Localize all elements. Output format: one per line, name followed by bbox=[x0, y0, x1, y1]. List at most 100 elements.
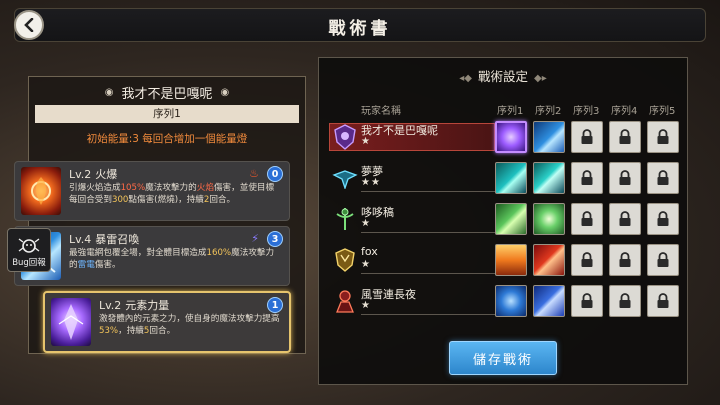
skill-description: 引爆火焰造成105%魔法攻擊力的火焰傷害，並使目標每回合受到300點傷害(燃燒)… bbox=[69, 183, 275, 205]
bug-icon bbox=[18, 238, 40, 253]
lock-icon bbox=[581, 211, 593, 226]
lock-icon bbox=[581, 252, 593, 267]
row-divider bbox=[361, 273, 495, 274]
skill-slot[interactable] bbox=[533, 121, 565, 153]
skill-level: Lv.4 bbox=[69, 233, 92, 246]
col-header-seq2: 序列2 bbox=[535, 106, 562, 117]
cyan-wings-emblem-icon bbox=[331, 164, 359, 192]
lock-icon bbox=[657, 211, 669, 226]
skill-slot[interactable] bbox=[495, 244, 527, 276]
skill-slot[interactable] bbox=[533, 244, 565, 276]
locked-slot[interactable] bbox=[609, 285, 641, 317]
skill-slot[interactable] bbox=[495, 285, 527, 317]
row-divider bbox=[361, 314, 495, 315]
player-stars: ★ bbox=[361, 136, 371, 147]
col-header-player: 玩家名稱 bbox=[361, 106, 401, 117]
lock-icon bbox=[657, 252, 669, 267]
bug-report-label: Bug回報 bbox=[12, 258, 46, 268]
bug-report-button[interactable]: Bug回報 bbox=[7, 228, 51, 272]
player-row[interactable]: 風雪連長夜 ★ bbox=[329, 284, 689, 322]
skill-level: Lv.2 bbox=[99, 299, 122, 312]
skill-card-thunder[interactable]: Lv.4 暴雷召喚 ⚡ 3 最強電網包覆全場，對全體目標造成160%魔法攻擊力的雷… bbox=[14, 226, 290, 286]
locked-slot[interactable] bbox=[647, 162, 679, 194]
locked-slot[interactable] bbox=[647, 244, 679, 276]
locked-slot[interactable] bbox=[647, 285, 679, 317]
sequence-label: 序列1 bbox=[35, 105, 299, 123]
player-stars: ★ bbox=[361, 300, 371, 311]
bullet-icon: ◉ bbox=[104, 86, 114, 98]
lock-icon bbox=[619, 211, 631, 226]
lock-icon bbox=[619, 293, 631, 308]
locked-slot[interactable] bbox=[571, 244, 603, 276]
tactics-settings-panel: ◂◆ 戰術設定 ◆▸ 玩家名稱 序列1 序列2 序列3 序列4 序列5 我才不是巴嘎… bbox=[318, 57, 688, 385]
skill-title: Lv.2 元素力量 bbox=[99, 297, 169, 313]
purple-shield-emblem-icon bbox=[331, 123, 359, 151]
energy-cost-badge: 3 bbox=[267, 231, 283, 247]
skill-description: 最強電網包覆全場，對全體目標造成160%魔法攻擊力的雷電傷害。 bbox=[69, 248, 275, 270]
locked-slot[interactable] bbox=[609, 244, 641, 276]
green-staff-emblem-icon bbox=[331, 205, 359, 233]
player-row[interactable]: fox ★ bbox=[329, 243, 689, 281]
gold-shield-emblem-icon bbox=[331, 246, 359, 274]
skill-title: Lv.4 暴雷召喚 bbox=[69, 231, 139, 247]
skill-slot[interactable] bbox=[495, 121, 527, 153]
player-row[interactable]: 哆哆稿 ★ bbox=[329, 202, 689, 240]
player-name: fox bbox=[361, 245, 378, 258]
save-tactics-button[interactable]: 儲存戰術 bbox=[449, 341, 557, 375]
lock-icon bbox=[619, 170, 631, 185]
character-header: ◉ 我才不是巴嘎呢 ◉ bbox=[29, 79, 305, 105]
lock-icon bbox=[619, 252, 631, 267]
skill-title: Lv.2 火爆 bbox=[69, 166, 117, 182]
skill-slot[interactable] bbox=[495, 203, 527, 235]
player-name: 我才不是巴嘎呢 bbox=[361, 124, 438, 137]
lock-icon bbox=[581, 170, 593, 185]
skill-name: 暴雷召喚 bbox=[95, 233, 140, 246]
skill-slot[interactable] bbox=[533, 203, 565, 235]
locked-slot[interactable] bbox=[571, 285, 603, 317]
chevron-left-icon bbox=[24, 18, 34, 32]
character-name: 我才不是巴嘎呢 bbox=[121, 86, 213, 102]
player-stars: ★ bbox=[361, 259, 371, 270]
skill-description: 激發體內的元素之力，使自身的魔法攻擊力提高53%，持續5回合。 bbox=[99, 314, 280, 336]
locked-slot[interactable] bbox=[609, 203, 641, 235]
back-button[interactable] bbox=[14, 10, 44, 40]
lock-icon bbox=[657, 170, 669, 185]
locked-slot[interactable] bbox=[609, 121, 641, 153]
lock-icon bbox=[581, 129, 593, 144]
col-header-seq5: 序列5 bbox=[649, 106, 676, 117]
fire-skill-icon bbox=[21, 167, 61, 215]
locked-slot[interactable] bbox=[647, 203, 679, 235]
player-row[interactable]: 夢夢 ★★ bbox=[329, 161, 689, 199]
page-title: 戰術書 bbox=[328, 19, 392, 39]
locked-slot[interactable] bbox=[571, 121, 603, 153]
ornament-icon: ◆▸ bbox=[534, 73, 547, 84]
fire-icon: ♨ bbox=[249, 167, 259, 180]
energy-info: 初始能量:3 每回合增加一個能量燈 bbox=[86, 133, 248, 145]
red-knight-emblem-icon bbox=[331, 287, 359, 315]
skill-slot[interactable] bbox=[533, 162, 565, 194]
locked-slot[interactable] bbox=[571, 162, 603, 194]
skill-name: 火爆 bbox=[95, 168, 118, 181]
skill-slot[interactable] bbox=[495, 162, 527, 194]
col-header-seq4: 序列4 bbox=[611, 106, 638, 117]
player-row[interactable]: 我才不是巴嘎呢 ★ bbox=[329, 120, 689, 158]
skill-slot[interactable] bbox=[533, 285, 565, 317]
energy-cost-badge: 0 bbox=[267, 166, 283, 182]
panel-title: ◂◆ 戰術設定 ◆▸ bbox=[459, 69, 547, 84]
skill-level: Lv.2 bbox=[69, 168, 92, 181]
locked-slot[interactable] bbox=[571, 203, 603, 235]
lock-icon bbox=[581, 293, 593, 308]
bullet-icon: ◉ bbox=[220, 86, 230, 98]
element-power-skill-icon bbox=[51, 298, 91, 346]
lock-icon bbox=[657, 293, 669, 308]
col-header-seq1: 序列1 bbox=[497, 106, 524, 117]
player-stars: ★ bbox=[361, 218, 371, 229]
skill-card-fire[interactable]: Lv.2 火爆 ♨ 0 引爆火焰造成105%魔法攻擊力的火焰傷害，並使目標每回合受… bbox=[14, 161, 290, 221]
locked-slot[interactable] bbox=[647, 121, 679, 153]
col-header-seq3: 序列3 bbox=[573, 106, 600, 117]
skill-card-element-power[interactable]: Lv.2 元素力量 1 激發體內的元素之力，使自身的魔法攻擊力提高53%，持續5回… bbox=[43, 291, 291, 353]
lock-icon bbox=[657, 129, 669, 144]
locked-slot[interactable] bbox=[609, 162, 641, 194]
lightning-icon: ⚡ bbox=[251, 232, 259, 245]
energy-cost-badge: 1 bbox=[267, 297, 283, 313]
